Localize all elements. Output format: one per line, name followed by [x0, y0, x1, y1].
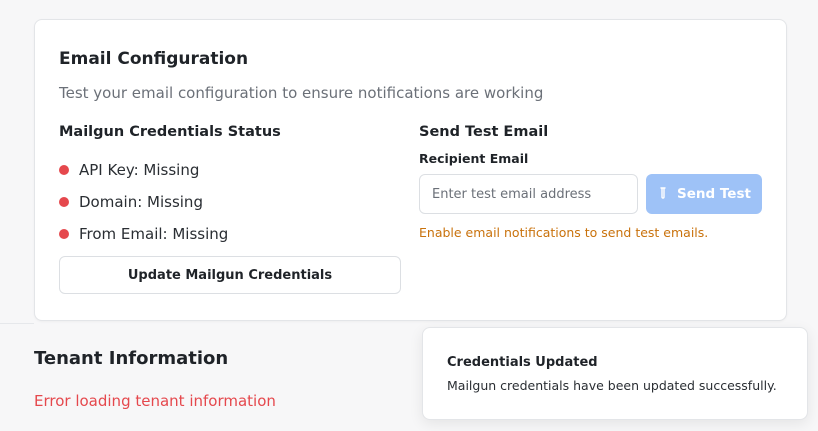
send-test-hint: Enable email notifications to send test … [419, 225, 709, 240]
status-label: API Key: Missing [79, 161, 200, 179]
status-item-from-email: From Email: Missing [59, 218, 228, 250]
recipient-email-label: Recipient Email [419, 151, 529, 166]
status-item-api-key: API Key: Missing [59, 154, 228, 186]
status-label: Domain: Missing [79, 193, 203, 211]
page: Email Configuration Test your email conf… [0, 0, 818, 431]
toast-notification: Credentials Updated Mailgun credentials … [422, 327, 808, 420]
status-dot-icon [59, 197, 69, 207]
send-test-email-heading: Send Test Email [419, 124, 549, 140]
recipient-email-input[interactable] [419, 174, 638, 214]
status-item-domain: Domain: Missing [59, 186, 228, 218]
email-configuration-card: Email Configuration Test your email conf… [34, 19, 787, 321]
send-test-button[interactable]: Send Test [646, 174, 762, 214]
status-dot-icon [59, 229, 69, 239]
card-description: Test your email configuration to ensure … [59, 84, 544, 102]
test-tube-icon [660, 187, 666, 199]
tenant-error-message: Error loading tenant information [34, 392, 276, 410]
divider [0, 323, 34, 324]
credentials-status-heading: Mailgun Credentials Status [59, 124, 281, 140]
send-test-label: Send Test [677, 186, 751, 202]
toast-title: Credentials Updated [447, 355, 598, 370]
status-label: From Email: Missing [79, 225, 229, 243]
credentials-status-list: API Key: Missing Domain: Missing From Em… [59, 154, 228, 250]
status-dot-icon [59, 165, 69, 175]
card-title: Email Configuration [59, 49, 249, 69]
tenant-information-title: Tenant Information [34, 348, 229, 369]
toast-message: Mailgun credentials have been updated su… [447, 378, 777, 393]
update-mailgun-credentials-button[interactable]: Update Mailgun Credentials [59, 256, 401, 294]
